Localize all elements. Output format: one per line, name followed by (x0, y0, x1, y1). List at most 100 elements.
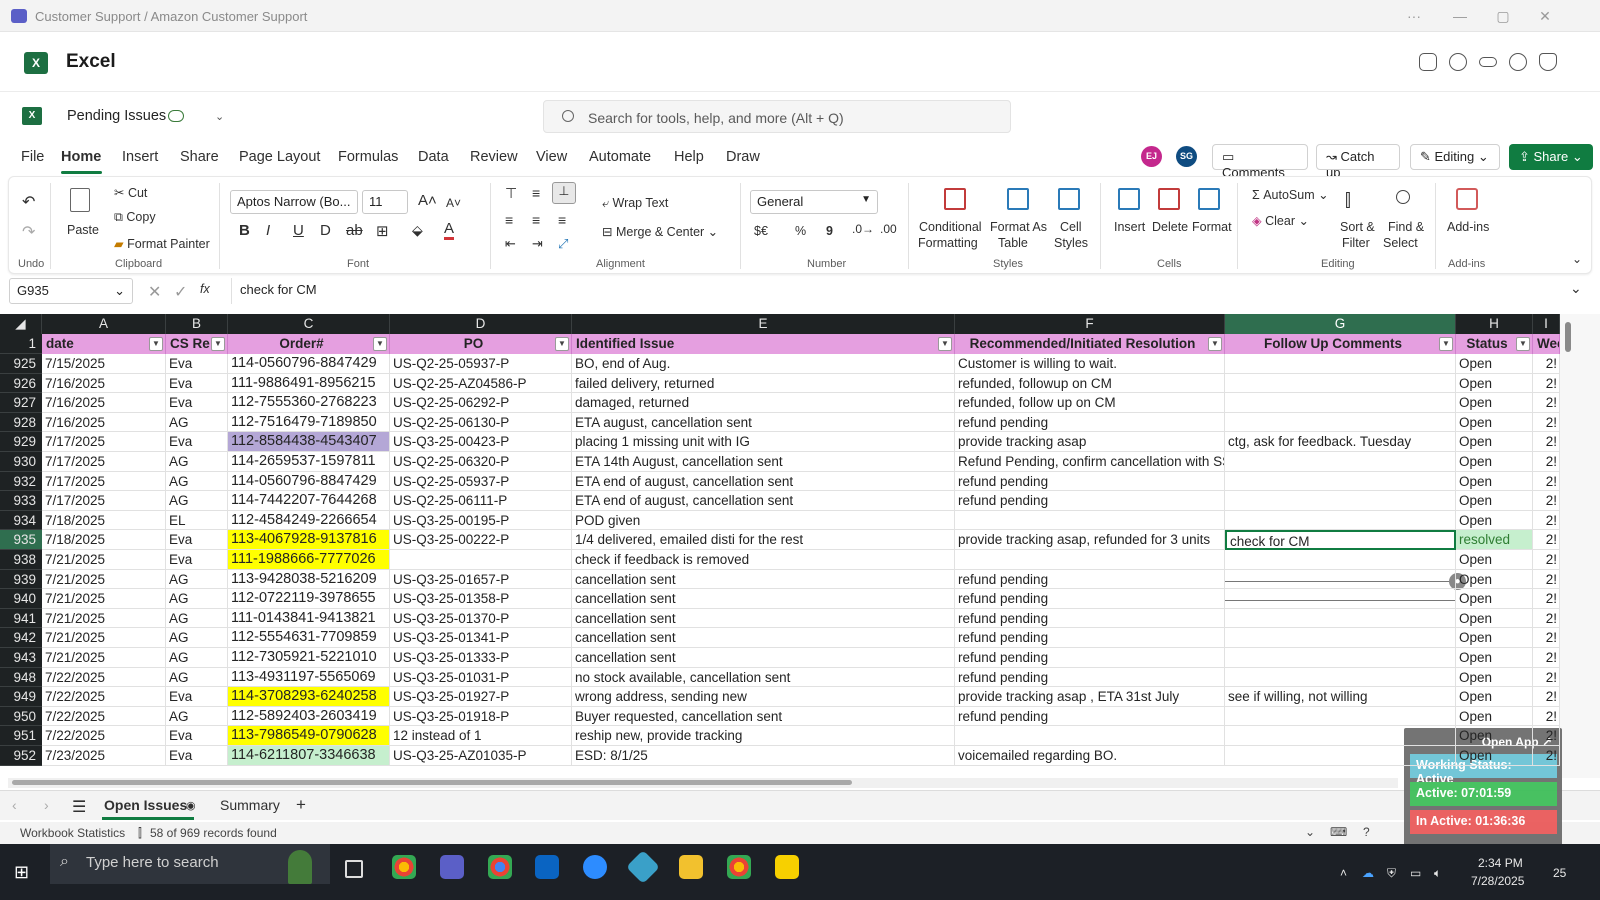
security-icon[interactable]: ⛨ (1387, 866, 1396, 881)
row-number[interactable]: 935 (0, 530, 42, 550)
menu-share[interactable]: Share (180, 149, 219, 165)
table-cell[interactable] (1225, 726, 1456, 746)
chrome-icon-2[interactable] (727, 855, 751, 879)
comments-button[interactable]: ▭ Comments (1212, 144, 1308, 180)
avatar[interactable]: EJ (1141, 146, 1162, 167)
find-select-label-2[interactable]: Select (1383, 236, 1418, 250)
table-cell[interactable]: 2! (1533, 569, 1560, 590)
table-cell[interactable]: refunded, follow up on CM (955, 393, 1225, 413)
table-cell[interactable]: 2! (1533, 510, 1560, 531)
table-cell[interactable] (1225, 471, 1456, 492)
sheet-tab-summary[interactable]: Summary (220, 797, 280, 813)
table-cell[interactable]: 112-5554631-7709859 (228, 628, 390, 648)
cancel-formula-icon[interactable]: ✕ (148, 282, 161, 302)
cell-styles-label-2[interactable]: Styles (1054, 236, 1088, 250)
table-cell[interactable]: resolved (1456, 530, 1533, 550)
table-cell[interactable]: US-Q2-25-06320-P (390, 452, 572, 472)
table-cell[interactable]: 113-4931197-5565069 (228, 667, 390, 688)
table-cell[interactable]: ETA end of august, cancellation sent (572, 491, 955, 511)
table-cell[interactable]: damaged, returned (572, 393, 955, 413)
network-icon[interactable]: ▭ (1410, 866, 1421, 880)
table-cell[interactable]: cancellation sent (572, 589, 955, 609)
row-number[interactable]: 933 (0, 491, 42, 511)
table-cell[interactable]: US-Q3-25-00195-P (390, 510, 572, 531)
format-painter-button[interactable]: ▰ Format Painter (114, 236, 210, 251)
table-cell[interactable]: refund pending (955, 471, 1225, 492)
filter-dropdown-icon[interactable]: ▼ (1208, 337, 1222, 351)
chrome-icon[interactable] (392, 855, 416, 879)
table-cell[interactable] (1225, 354, 1456, 374)
table-cell[interactable]: 7/18/2025 (42, 510, 166, 531)
collapse-ribbon-icon[interactable]: ⌄ (1572, 252, 1582, 266)
formula-input[interactable]: check for CM (231, 278, 1560, 304)
row-number[interactable]: 932 (0, 471, 42, 492)
link-icon[interactable] (1479, 57, 1497, 67)
table-cell[interactable]: AG (166, 706, 228, 727)
shield-icon[interactable] (1539, 53, 1557, 71)
borders-icon[interactable]: ⊞ (376, 222, 389, 240)
table-cell[interactable]: refund pending (955, 608, 1225, 629)
table-cell[interactable] (1225, 628, 1456, 648)
menu-help[interactable]: Help (674, 149, 704, 165)
table-cell[interactable] (1225, 706, 1456, 727)
delete-cells-button[interactable]: Delete (1152, 220, 1188, 234)
table-cell[interactable]: 112-7516479-7189850 (228, 412, 390, 433)
column-header[interactable]: C (228, 314, 390, 334)
document-name[interactable]: Pending Issues (67, 108, 166, 124)
table-cell[interactable]: 7/22/2025 (42, 667, 166, 688)
table-cell[interactable] (955, 550, 1225, 570)
table-cell[interactable]: 7/17/2025 (42, 491, 166, 511)
table-cell[interactable]: AG (166, 589, 228, 609)
table-cell[interactable]: AG (166, 569, 228, 590)
volume-icon[interactable]: 🔈︎ (1434, 866, 1441, 881)
table-cell[interactable]: 2! (1533, 373, 1560, 394)
increase-decimal-icon[interactable]: .0→ (852, 222, 874, 236)
table-cell[interactable]: 1/4 delivered, emailed disti for the res… (572, 530, 955, 550)
table-cell[interactable]: 7/21/2025 (42, 608, 166, 629)
column-header[interactable]: A (42, 314, 166, 334)
table-cell[interactable] (1225, 550, 1456, 570)
align-top-icon[interactable]: ⊤ (505, 185, 517, 202)
workbook-statistics-link[interactable]: Workbook Statistics (20, 826, 125, 840)
decrease-font-icon[interactable]: A˅ (446, 196, 461, 210)
filter-dropdown-icon[interactable]: ▼ (211, 337, 225, 351)
sort-filter-icon[interactable]: ⫿ (1345, 190, 1351, 211)
table-cell[interactable]: 2! (1533, 452, 1560, 472)
table-cell[interactable]: US-Q3-25-00423-P (390, 432, 572, 452)
table-cell[interactable]: 111-1988666-7777026 (228, 550, 390, 570)
column-header[interactable]: E (572, 314, 955, 334)
table-cell[interactable]: Eva (166, 354, 228, 374)
table-cell[interactable]: check if feedback is removed (572, 550, 955, 570)
table-cell[interactable] (1225, 589, 1456, 609)
row-number[interactable]: 928 (0, 412, 42, 433)
table-cell[interactable]: 2! (1533, 491, 1560, 511)
table-cell[interactable]: Open (1456, 648, 1533, 668)
table-cell[interactable]: Open (1456, 412, 1533, 433)
table-cell[interactable]: AG (166, 667, 228, 688)
column-header[interactable]: H (1456, 314, 1533, 334)
menu-view[interactable]: View (536, 149, 567, 165)
table-cell[interactable]: Open (1456, 354, 1533, 374)
table-cell[interactable]: AG (166, 491, 228, 511)
table-cell[interactable]: wrong address, sending new (572, 687, 955, 707)
table-cell[interactable]: refund pending (955, 628, 1225, 648)
table-cell[interactable]: Refund Pending, confirm cancellation wit… (955, 452, 1225, 472)
column-header[interactable]: G (1225, 314, 1456, 334)
table-cell[interactable]: 111-0143841-9413821 (228, 608, 390, 629)
table-cell[interactable]: 7/21/2025 (42, 550, 166, 570)
table-cell[interactable]: Open (1456, 510, 1533, 531)
table-cell[interactable]: Open (1456, 393, 1533, 413)
table-cell[interactable]: US-Q2-25-06130-P (390, 412, 572, 433)
increase-indent-icon[interactable]: ⇥ (532, 236, 543, 252)
font-color-icon[interactable]: A (444, 220, 455, 240)
all-sheets-icon[interactable]: ☰ (72, 797, 86, 817)
table-cell[interactable]: refund pending (955, 706, 1225, 727)
table-cell[interactable]: AG (166, 608, 228, 629)
table-cell[interactable]: 7/17/2025 (42, 471, 166, 492)
table-cell[interactable]: 112-0722119-3978655 (228, 589, 390, 609)
table-cell[interactable]: Open (1456, 589, 1533, 609)
more-options-button[interactable]: ··· (1404, 6, 1424, 26)
table-cell[interactable]: 2! (1533, 530, 1560, 550)
table-cell[interactable] (1225, 393, 1456, 413)
table-cell[interactable]: US-Q3-25-01657-P (390, 569, 572, 590)
